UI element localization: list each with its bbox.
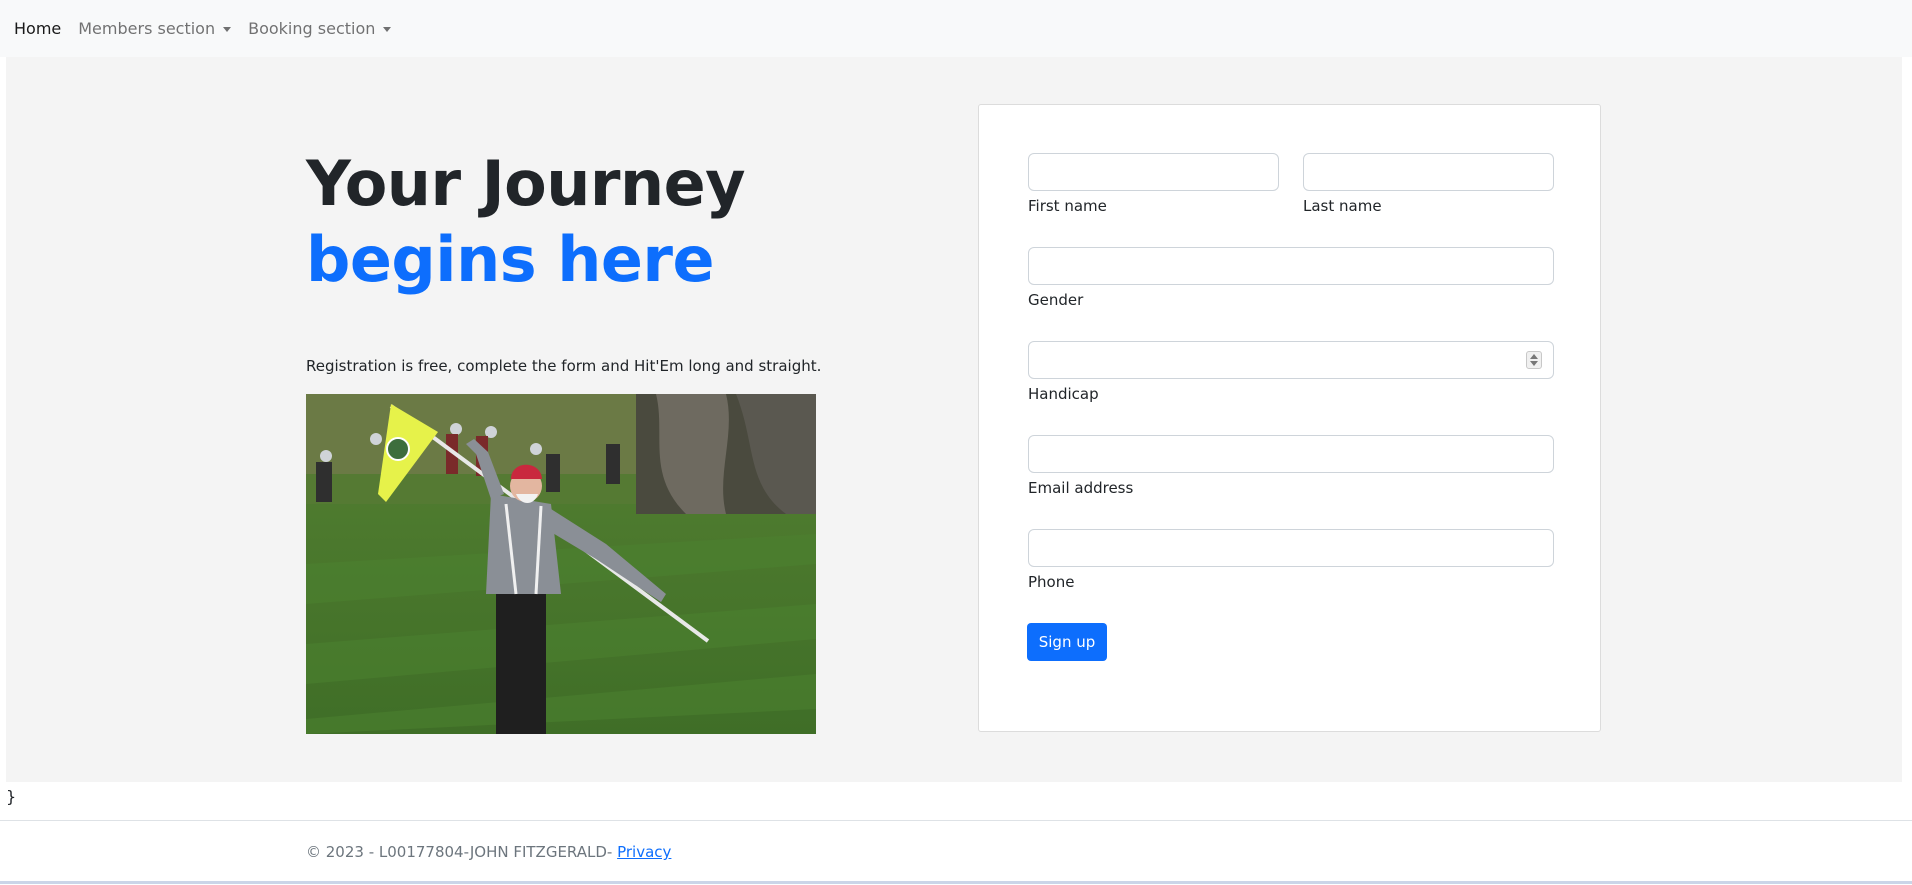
first-name-input[interactable] [1028, 153, 1279, 191]
nav-members-dropdown[interactable]: Members section [78, 19, 232, 38]
nav-home-link[interactable]: Home [14, 19, 61, 38]
page-title: Your Journey begins here [306, 147, 746, 296]
caret-down-icon [223, 26, 232, 32]
handicap-input[interactable] [1028, 341, 1554, 379]
email-group: Email address [1028, 435, 1554, 497]
nav-booking-label: Booking section [248, 19, 376, 38]
nav-booking-dropdown[interactable]: Booking section [248, 19, 392, 38]
footer-divider [0, 820, 1912, 821]
gender-label: Gender [1028, 291, 1084, 309]
email-input[interactable] [1028, 435, 1554, 473]
title-line-1: Your Journey [306, 147, 746, 220]
top-navbar: Home Members section Booking section [0, 0, 1912, 57]
gender-input[interactable] [1028, 247, 1554, 285]
last-name-group: Last name [1303, 153, 1554, 215]
title-line-2: begins here [306, 223, 715, 296]
handicap-label: Handicap [1028, 385, 1099, 403]
first-name-label: First name [1028, 197, 1107, 215]
last-name-input[interactable] [1303, 153, 1554, 191]
last-name-label: Last name [1303, 197, 1382, 215]
spinner-up-icon [1530, 354, 1538, 359]
first-name-group: First name [1028, 153, 1279, 215]
page-footer: © 2023 - L00177804-JOHN FITZGERALD- Priv… [306, 843, 671, 861]
footer-copyright: © 2023 - L00177804-JOHN FITZGERALD- [306, 843, 618, 861]
hero-section: Your Journey begins here Registration is… [6, 57, 1902, 782]
window-bottom-edge [0, 881, 1912, 884]
phone-label: Phone [1028, 573, 1075, 591]
handicap-group: Handicap [1028, 341, 1554, 403]
caret-down-icon [383, 26, 392, 32]
phone-group: Phone [1028, 529, 1554, 591]
spinner-down-icon [1530, 361, 1538, 366]
privacy-link[interactable]: Privacy [617, 843, 671, 861]
stray-brace-text: } [6, 787, 17, 806]
nav-members-label: Members section [78, 19, 216, 38]
phone-input[interactable] [1028, 529, 1554, 567]
number-spinner-icon[interactable] [1526, 351, 1542, 369]
sign-up-button[interactable]: Sign up [1027, 623, 1107, 661]
registration-lead-text: Registration is free, complete the form … [306, 357, 822, 375]
golfer-photo [306, 394, 816, 734]
gender-group: Gender [1028, 247, 1554, 309]
email-label: Email address [1028, 479, 1134, 497]
